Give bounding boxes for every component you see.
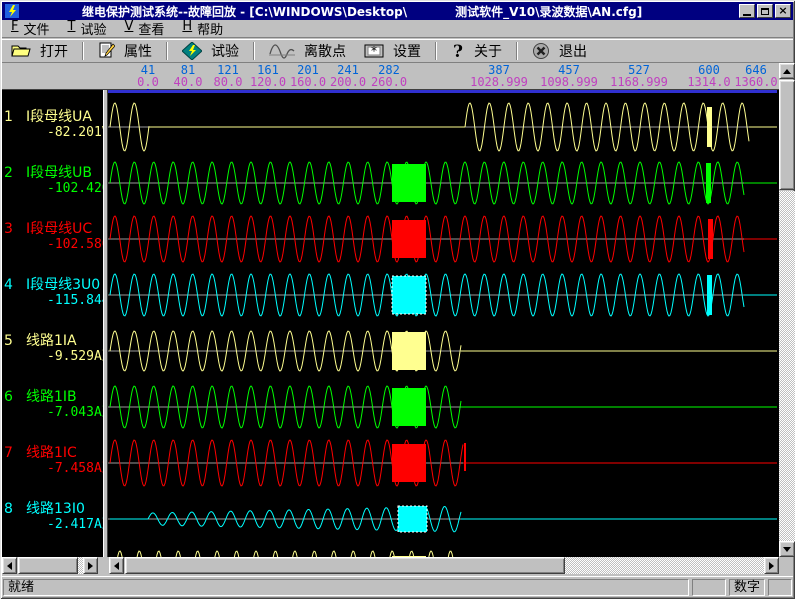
toolbar-separator xyxy=(516,42,518,60)
restore-icon[interactable] xyxy=(757,4,773,18)
menu-test[interactable]: T试验 xyxy=(59,19,116,38)
channel-label-4[interactable]: 4I段母线3U0-115.844V至 xyxy=(4,278,103,308)
scroll-down-icon[interactable] xyxy=(779,541,795,557)
open-folder-icon xyxy=(11,43,31,58)
channel-panel: 1I段母线UA-82.201V至8 2I段母线UB-102.420V至 3I段母线U… xyxy=(2,90,103,557)
ruler-tick: 282260.0 xyxy=(357,64,421,88)
menu-bar: F文件 T试验 V查看 H帮助 xyxy=(2,20,793,38)
minimize-icon[interactable] xyxy=(739,4,755,18)
test-lightning-icon xyxy=(182,42,202,60)
scroll-right-icon[interactable] xyxy=(83,557,98,574)
channel-marker-block[interactable] xyxy=(392,164,426,202)
menu-help[interactable]: H帮助 xyxy=(173,19,232,38)
channel-marker-block[interactable] xyxy=(392,332,426,370)
open-button[interactable]: 打开 xyxy=(2,40,77,62)
toolbar-separator xyxy=(253,42,255,60)
toolbar-separator xyxy=(166,42,168,60)
status-message: 就绪 xyxy=(3,579,689,596)
toolbar-separator xyxy=(82,42,84,60)
properties-button[interactable]: 属性 xyxy=(89,40,161,62)
waveform-scrollbar-thumb[interactable] xyxy=(125,557,565,574)
channel-marker-block[interactable] xyxy=(392,276,426,314)
scroll-right-icon[interactable] xyxy=(764,557,779,574)
about-button[interactable]: ? 关于 xyxy=(442,40,511,62)
channel-label-6[interactable]: 6线路1IB-7.043A至7. xyxy=(4,390,103,420)
channel-marker-block[interactable] xyxy=(392,444,426,482)
vertical-scrollbar-track[interactable] xyxy=(779,191,795,541)
app-window: 继电保护测试系统--故障回放 - [C:\WINDOWS\Desktop\测试软… xyxy=(0,0,795,599)
waveform-canvas[interactable] xyxy=(108,90,777,557)
exit-button[interactable]: 退出 xyxy=(523,40,596,62)
window-title: 继电保护测试系统--故障回放 - [C:\WINDOWS\Desktop\测试软… xyxy=(82,3,642,20)
scroll-left-icon[interactable] xyxy=(109,557,124,574)
status-pane-empty xyxy=(692,579,726,596)
channel-label-8[interactable]: 8线路13I0-2.417A至4. xyxy=(4,502,103,532)
settings-icon: * xyxy=(364,43,384,59)
discrete-points-button[interactable]: 离散点 xyxy=(260,40,355,62)
exit-icon xyxy=(532,42,550,60)
question-mark-icon: ? xyxy=(451,42,465,60)
vertical-scrollbar xyxy=(779,63,795,557)
ruler-tick: 3871028.999 xyxy=(467,64,531,88)
menu-view[interactable]: V查看 xyxy=(115,19,173,38)
scroll-left-icon[interactable] xyxy=(2,557,17,574)
settings-button[interactable]: * 设置 xyxy=(355,40,430,62)
toolbar-separator xyxy=(435,42,437,60)
channel-label-2[interactable]: 2I段母线UB-102.420V至 xyxy=(4,166,103,196)
channel-marker-block[interactable] xyxy=(398,506,427,532)
status-bar: 就绪 数字 xyxy=(2,576,793,597)
channel-label-5[interactable]: 5线路1IA-9.529A至14 xyxy=(4,334,103,364)
label-scrollbar-thumb[interactable] xyxy=(18,557,78,574)
close-icon[interactable]: × xyxy=(775,4,791,18)
ruler-tick: 4571098.999 xyxy=(537,64,601,88)
app-icon xyxy=(5,4,19,18)
waveform-svg xyxy=(108,90,777,557)
ruler-tick: 5271168.999 xyxy=(607,64,671,88)
status-pane-empty xyxy=(768,579,792,596)
fault-cursor-marker[interactable] xyxy=(707,107,712,147)
channel-label-7[interactable]: 7线路1IC-7.458A至7. xyxy=(4,446,103,476)
channel-marker-block[interactable] xyxy=(392,388,426,426)
channel-label-1[interactable]: 1I段母线UA-82.201V至8 xyxy=(4,110,103,140)
menu-file[interactable]: F文件 xyxy=(2,19,59,38)
svg-text:?: ? xyxy=(453,42,463,60)
scroll-up-icon[interactable] xyxy=(779,63,795,79)
properties-icon xyxy=(98,42,115,59)
test-button[interactable]: 试验 xyxy=(173,40,248,62)
ruler: 410.08140.012180.0161120.0201160.0241200… xyxy=(108,63,778,90)
toolbar: 打开 属性 试验 xyxy=(2,39,793,63)
sine-wave-icon xyxy=(269,42,295,60)
waveform-scrollbar xyxy=(109,557,779,574)
fault-cursor-marker[interactable] xyxy=(707,275,712,315)
vertical-scrollbar-thumb[interactable] xyxy=(779,80,795,190)
title-bar: 继电保护测试系统--故障回放 - [C:\WINDOWS\Desktop\测试软… xyxy=(2,2,793,20)
fault-cursor-marker[interactable] xyxy=(706,163,711,203)
fault-cursor-marker[interactable] xyxy=(708,219,713,259)
channel-marker-block[interactable] xyxy=(392,220,426,258)
status-num-indicator: 数字 xyxy=(729,579,765,596)
label-panel-scrollbar xyxy=(2,557,98,574)
svg-text:*: * xyxy=(371,44,377,58)
waveform-scrollbar-track[interactable] xyxy=(565,557,764,574)
channel-label-3[interactable]: 3I段母线UC-102.586V至 xyxy=(4,222,103,252)
